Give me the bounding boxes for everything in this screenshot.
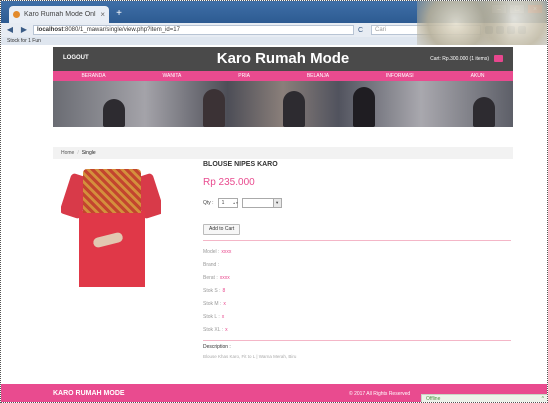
hero-banner bbox=[53, 81, 513, 127]
qty-value: 1 bbox=[221, 200, 225, 206]
download-icon[interactable] bbox=[496, 26, 504, 34]
cart-summary[interactable]: Cart: Rp.300.000 (1 items) bbox=[430, 55, 503, 62]
description-text: Blouse Khas Karo, Fit to L | Warna Merah… bbox=[203, 354, 297, 359]
cart-text: Cart: Rp.300.000 (1 items) bbox=[430, 55, 489, 62]
hero-figure bbox=[473, 97, 495, 127]
size-select[interactable]: ▼ bbox=[241, 198, 282, 208]
breadcrumb: Home / Single bbox=[53, 147, 513, 159]
window-controls: – □ × bbox=[491, 4, 543, 14]
attribute-row: Model : xxxx bbox=[203, 249, 232, 255]
back-icon[interactable]: ◀ bbox=[5, 25, 15, 35]
reload-icon[interactable]: C bbox=[358, 27, 367, 34]
attribute-row: Berat : xxxx bbox=[203, 275, 230, 281]
footer-brand: KARO RUMAH MODE bbox=[53, 390, 125, 397]
minimize-icon[interactable]: – bbox=[491, 4, 507, 14]
attribute-row: Brand : bbox=[203, 262, 220, 268]
url-path: :8080/1_mawar/single/view.php?item_id=17 bbox=[63, 27, 180, 33]
hero-figure bbox=[283, 91, 305, 127]
browser-window: Karo Rumah Mode Online × + – □ × ◀ ▶ loc… bbox=[0, 0, 548, 403]
hero-figure bbox=[103, 99, 125, 127]
toolbar-icons bbox=[485, 26, 545, 34]
new-tab-button[interactable]: + bbox=[113, 8, 125, 20]
tab-close-icon[interactable]: × bbox=[100, 10, 105, 19]
main-nav: BERANDA WANITA PRIA BELANJA INFORMASI AK… bbox=[53, 71, 513, 81]
chevron-down-icon[interactable]: ▼ bbox=[272, 199, 281, 207]
tab-title: Karo Rumah Mode Online bbox=[24, 11, 96, 18]
site-header: LOGOUT Karo Rumah Mode Cart: Rp.300.000 … bbox=[53, 47, 513, 71]
product-name: BLOUSE NIPES KARO bbox=[203, 161, 278, 168]
url-input[interactable]: localhost:8080/1_mawar/single/view.php?i… bbox=[33, 25, 354, 35]
nav-item-akun[interactable]: AKUN bbox=[471, 73, 485, 79]
address-bar: ◀ ▶ localhost:8080/1_mawar/single/view.p… bbox=[1, 23, 547, 37]
attribute-row: Stok XL :x bbox=[203, 327, 228, 333]
nav-item-beranda[interactable]: BERANDA bbox=[81, 73, 105, 79]
product-attributes: Model : xxxx Brand : Berat : xxxx Stok S :… bbox=[203, 249, 513, 340]
offline-status-bar[interactable]: Offline ^ bbox=[421, 394, 547, 402]
attribute-row: Stok M :x bbox=[203, 301, 226, 307]
browser-tabbar: Karo Rumah Mode Online × + – □ × bbox=[1, 1, 547, 23]
url-host: localhost bbox=[37, 27, 64, 33]
nav-item-wanita[interactable]: WANITA bbox=[163, 73, 182, 79]
hero-figure bbox=[203, 89, 225, 127]
forward-icon[interactable]: ▶ bbox=[19, 25, 29, 35]
breadcrumb-current: Single bbox=[81, 150, 96, 156]
breadcrumb-home[interactable]: Home bbox=[61, 150, 74, 156]
expand-icon[interactable]: ^ bbox=[542, 395, 544, 402]
attribute-row: Stok L :x bbox=[203, 314, 225, 320]
quantity-row: Qty : 1 ▲▼ ▼ bbox=[203, 198, 513, 208]
offline-label: Offline bbox=[426, 396, 441, 402]
hero-figure bbox=[353, 87, 375, 127]
divider bbox=[203, 340, 511, 341]
menu-icon[interactable] bbox=[518, 26, 526, 34]
quantity-stepper[interactable]: 1 ▲▼ bbox=[217, 198, 239, 208]
bookmarks-bar[interactable]: Stock for 1 Fun bbox=[1, 37, 547, 45]
attribute-row: Stok S :8 bbox=[203, 288, 226, 294]
description-label: Description : bbox=[203, 344, 231, 350]
nav-item-informasi[interactable]: INFORMASI bbox=[386, 73, 414, 79]
cart-icon[interactable] bbox=[494, 55, 503, 62]
product-details: BLOUSE NIPES KARO Rp 235.000 Qty : 1 ▲▼ … bbox=[203, 161, 513, 359]
footer-copyright: © 2017 All Rights Reserved bbox=[349, 391, 411, 397]
product-image[interactable] bbox=[61, 165, 161, 287]
favicon-icon bbox=[13, 11, 20, 18]
home-icon[interactable] bbox=[507, 26, 515, 34]
bookmark-icon[interactable] bbox=[485, 26, 493, 34]
spinner-icon[interactable]: ▲▼ bbox=[233, 199, 239, 207]
close-window-icon[interactable]: × bbox=[527, 4, 543, 14]
maximize-icon[interactable]: □ bbox=[509, 4, 525, 14]
product-price: Rp 235.000 bbox=[203, 177, 255, 188]
nav-item-pria[interactable]: PRIA bbox=[238, 73, 250, 79]
logout-link[interactable]: LOGOUT bbox=[63, 55, 89, 61]
nav-item-belanja[interactable]: BELANJA bbox=[307, 73, 329, 79]
divider bbox=[203, 240, 511, 241]
search-input[interactable]: Cari bbox=[371, 25, 481, 35]
qty-label: Qty : bbox=[203, 200, 214, 206]
browser-tab[interactable]: Karo Rumah Mode Online × bbox=[9, 6, 109, 23]
breadcrumb-separator: / bbox=[77, 150, 79, 156]
add-to-cart-button[interactable]: Add to Cart bbox=[203, 224, 241, 235]
